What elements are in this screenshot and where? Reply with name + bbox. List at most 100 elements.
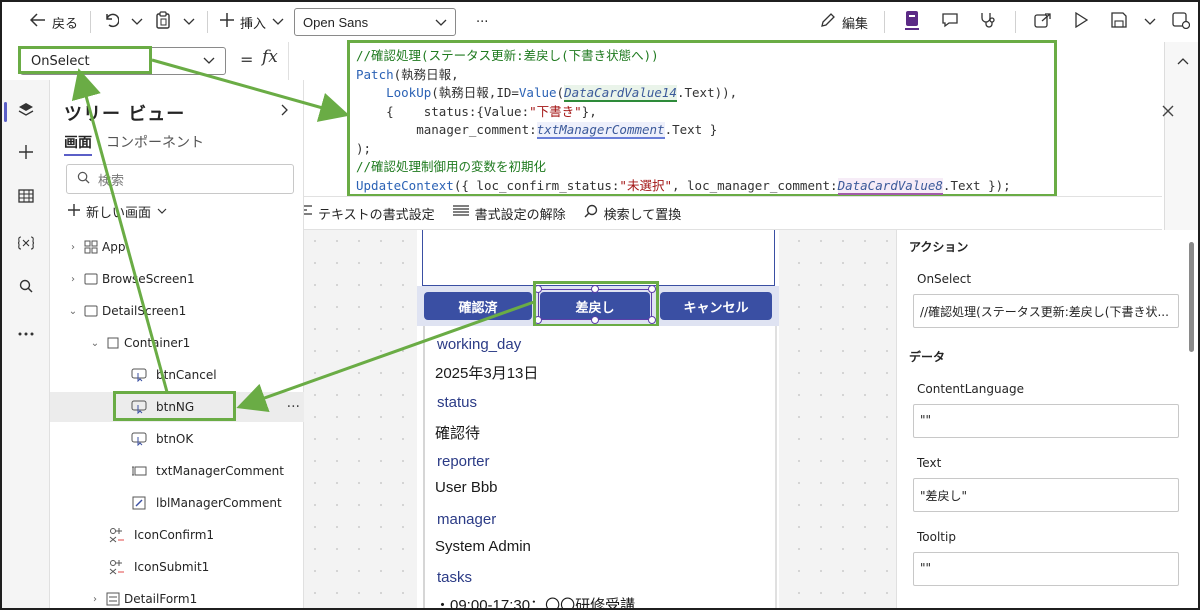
chevron-down-icon: ⌄	[68, 305, 78, 317]
tree-item-label: DetailForm1	[124, 592, 198, 606]
code-string: "下書き"	[529, 103, 582, 119]
share-button[interactable]	[1026, 8, 1060, 36]
reject-button-highlight	[533, 281, 659, 327]
tree-item-iconconfirm1[interactable]: IconConfirm1	[50, 520, 304, 550]
tree-item-btnok[interactable]: btnOK	[50, 424, 304, 454]
icon-control-icon	[106, 527, 128, 543]
chevron-right-icon: ›	[93, 593, 97, 605]
publish-button[interactable]	[1164, 8, 1198, 36]
tab-components[interactable]: コンポーネント	[106, 132, 204, 156]
plus-icon	[19, 145, 33, 163]
tree-item-detailscreen1[interactable]: ⌄ DetailScreen1	[50, 296, 304, 326]
screen-icon	[80, 273, 102, 285]
left-rail	[2, 80, 50, 608]
onselect-label: OnSelect	[917, 272, 972, 286]
search-placeholder: 検索	[98, 173, 125, 189]
code-text: .Text }	[664, 122, 718, 137]
back-button[interactable]: 戻る	[24, 8, 84, 36]
tree-view-panel: ツリー ビュー 画面 コンポーネント 検索 新しい画面 › App › Brow…	[50, 80, 304, 608]
field-label-manager: manager	[437, 511, 497, 528]
tree-item-iconsubmit1[interactable]: IconSubmit1	[50, 552, 304, 582]
tree-item-app[interactable]: › App	[50, 232, 304, 262]
onselect-field[interactable]: //確認処理(ステータス更新:差戻し(下書き状...	[913, 294, 1179, 328]
btnng-highlight	[113, 391, 236, 421]
tree-item-label: btnOK	[156, 432, 194, 446]
chevron-right-icon: ›	[71, 273, 75, 285]
formula-scrollbar[interactable]	[1164, 42, 1198, 230]
manager-comment-input[interactable]	[422, 230, 775, 286]
code-text: ({ loc_confirm_status:	[453, 177, 620, 193]
ellipsis-icon[interactable]: ···	[287, 399, 300, 415]
paste-button[interactable]	[149, 8, 177, 36]
fx-label: fx	[262, 47, 278, 67]
format-text-button[interactable]: テキストの書式設定	[296, 204, 435, 223]
tree-search-input[interactable]: 検索	[66, 164, 294, 194]
tree-item-browsescreen1[interactable]: › BrowseScreen1	[50, 264, 304, 294]
search-rail-button[interactable]	[14, 276, 38, 300]
confirm-button[interactable]: 確認済	[424, 292, 532, 320]
scrollbar[interactable]	[1189, 242, 1194, 352]
cancel-button[interactable]: キャンセル	[660, 292, 772, 320]
more-label: ···	[476, 14, 489, 30]
plus-icon	[68, 203, 80, 220]
code-function: LookUp	[386, 85, 432, 100]
insert-button[interactable]: 挿入	[214, 8, 290, 36]
chevron-down-icon	[272, 15, 284, 30]
more-rail-button[interactable]	[14, 320, 38, 344]
form-icon	[102, 592, 124, 606]
tree-item-lblmanagercomment[interactable]: lblManagerComment	[50, 488, 304, 518]
code-text: { status:{Value:	[386, 103, 530, 119]
font-select[interactable]: Open Sans	[294, 8, 457, 36]
tree-item-label: IconConfirm1	[134, 528, 215, 542]
code-text: (執務日報,ID=	[431, 85, 519, 100]
close-icon[interactable]	[1162, 102, 1174, 121]
tab-screens[interactable]: 画面	[64, 132, 92, 156]
tree-item-detailform1[interactable]: › DetailForm1	[50, 584, 304, 608]
more-button[interactable]: ···	[470, 8, 494, 36]
code-comment: //確認処理(ステータス更新:差戻し(下書き状態へ))	[356, 48, 659, 63]
tree-item-label: btnCancel	[156, 368, 217, 382]
undo-dropdown[interactable]	[125, 8, 149, 36]
new-screen-button[interactable]: 新しい画面	[68, 202, 167, 221]
formula-code[interactable]: //確認処理(ステータス更新:差戻し(下書き状態へ)) Patch(執務日報, …	[347, 40, 1057, 197]
tree-item-txtmanagercomment[interactable]: txtManagerComment	[50, 456, 304, 486]
paste-dropdown[interactable]	[177, 8, 201, 36]
save-dropdown[interactable]	[1140, 8, 1160, 36]
code-text: );	[356, 140, 372, 156]
code-text: .Text)),	[676, 85, 738, 100]
field-value-status: 確認待	[435, 425, 481, 442]
tooltip-field[interactable]: ""	[913, 552, 1179, 586]
play-button[interactable]	[1064, 8, 1098, 36]
insert-label: 挿入	[240, 16, 267, 32]
tree-collapse-button[interactable]	[281, 104, 289, 120]
edit-button[interactable]: 編集	[814, 8, 874, 36]
app-checker-button[interactable]	[895, 8, 929, 36]
chevron-down-icon	[203, 54, 215, 69]
insert-rail-button[interactable]	[14, 142, 38, 166]
new-screen-label: 新しい画面	[86, 206, 152, 221]
text-field[interactable]: "差戻し"	[913, 478, 1179, 512]
undo-button[interactable]	[97, 8, 125, 36]
back-label: 戻る	[52, 16, 79, 32]
publish-icon	[1172, 11, 1191, 33]
tree-item-btncancel[interactable]: btnCancel	[50, 360, 304, 390]
tree-item-label: lblManagerComment	[156, 496, 282, 510]
save-button[interactable]	[1102, 8, 1136, 36]
field-label-tasks: tasks	[437, 569, 473, 586]
search-icon	[584, 204, 598, 222]
tree-view-button[interactable]	[14, 100, 38, 124]
find-replace-button[interactable]: 検索して置換	[584, 204, 681, 223]
tree-item-container1[interactable]: ⌄ Container1	[50, 328, 304, 358]
text-label: Text	[917, 456, 942, 470]
divider	[90, 11, 92, 33]
tree-item-label: txtManagerComment	[156, 464, 284, 478]
data-button[interactable]	[14, 186, 38, 210]
chevron-up-icon	[1177, 54, 1189, 68]
variables-button[interactable]	[14, 232, 38, 256]
code-comment: //確認処理制御用の変数を初期化	[356, 159, 547, 174]
health-check-button[interactable]	[971, 8, 1005, 36]
comments-button[interactable]	[933, 8, 967, 36]
remove-format-button[interactable]: 書式設定の解除	[452, 204, 566, 223]
search-icon	[19, 279, 33, 297]
contentlanguage-field[interactable]: ""	[913, 404, 1179, 438]
